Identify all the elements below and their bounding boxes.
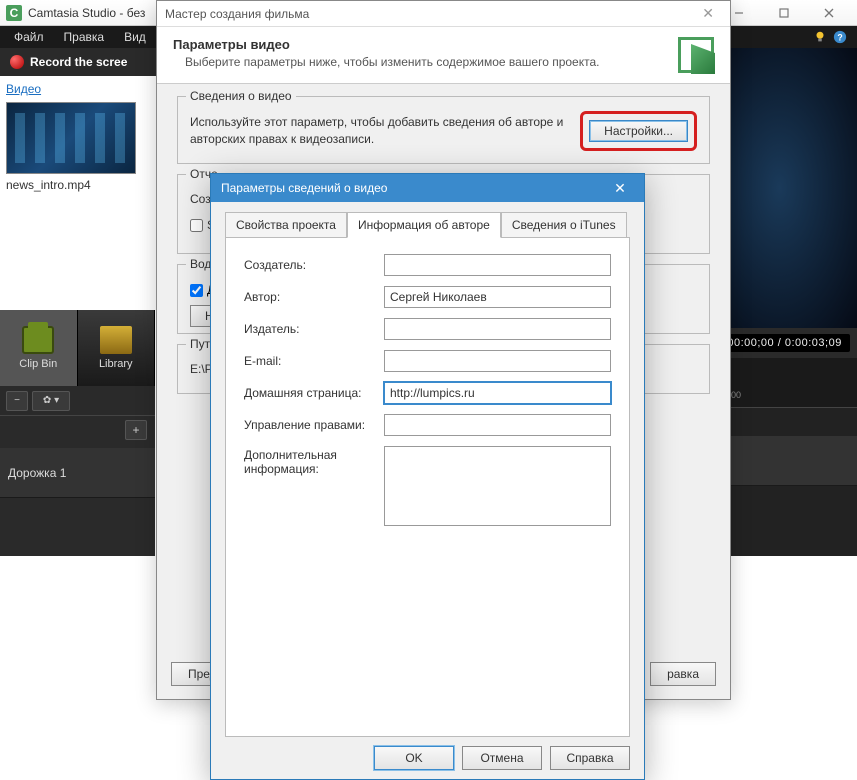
- track-header[interactable]: Дорожка 1: [0, 448, 155, 498]
- app-logo-icon: C: [6, 5, 22, 21]
- label-creator: Создатель:: [244, 258, 374, 272]
- label-extra-info: Дополнительная информация:: [244, 446, 374, 476]
- textarea-extra-info[interactable]: [384, 446, 611, 526]
- add-track-button[interactable]: +: [125, 420, 147, 440]
- info-titlebar[interactable]: Параметры сведений о видео ✕: [211, 174, 644, 202]
- input-email[interactable]: [384, 350, 611, 372]
- wizard-help-button[interactable]: равка: [650, 662, 716, 686]
- tab-author-info[interactable]: Информация об авторе: [347, 212, 501, 238]
- lightbulb-icon[interactable]: [813, 30, 827, 44]
- group-video-info-text: Используйте этот параметр, чтобы добавит…: [190, 114, 570, 148]
- maximize-button[interactable]: [761, 0, 806, 26]
- clip-filename: news_intro.mp4: [6, 178, 149, 192]
- main-title: Camtasia Studio - без: [28, 6, 145, 20]
- clip-bin-icon: [22, 326, 54, 354]
- label-homepage: Домашняя страница:: [244, 386, 374, 400]
- info-panel: Создатель: Автор: Издатель: E-mail: Дома…: [225, 237, 630, 737]
- settings-highlight: Настройки...: [580, 111, 697, 151]
- help-icon[interactable]: ?: [833, 30, 847, 44]
- wizard-title: Мастер создания фильма: [165, 7, 309, 21]
- info-tabs: Свойства проекта Информация об авторе Св…: [211, 202, 644, 237]
- input-rights[interactable]: [384, 414, 611, 436]
- wizard-header: Параметры видео Выберите параметры ниже,…: [157, 27, 730, 84]
- record-button[interactable]: Record the scree: [0, 55, 137, 69]
- wizard-header-title: Параметры видео: [173, 37, 666, 52]
- record-icon: [10, 55, 24, 69]
- info-title: Параметры сведений о видео: [221, 181, 387, 195]
- window-controls: [716, 0, 851, 26]
- label-rights: Управление правами:: [244, 418, 374, 432]
- svg-text:?: ?: [837, 33, 842, 43]
- wizard-titlebar[interactable]: Мастер создания фильма ✕: [157, 1, 730, 27]
- zoom-out-button[interactable]: −: [6, 391, 28, 411]
- input-author[interactable]: [384, 286, 611, 308]
- panel-tabs: Clip Bin Library: [0, 310, 155, 386]
- group-video-info-title: Сведения о видео: [186, 89, 296, 103]
- wizard-close-button[interactable]: ✕: [694, 5, 722, 22]
- menu-file[interactable]: Файл: [4, 28, 54, 46]
- help-button[interactable]: Справка: [550, 746, 630, 770]
- menu-edit[interactable]: Правка: [54, 28, 115, 46]
- close-button[interactable]: [806, 0, 851, 26]
- label-author: Автор:: [244, 290, 374, 304]
- video-info-dialog: Параметры сведений о видео ✕ Свойства пр…: [210, 173, 645, 780]
- tab-project-properties[interactable]: Свойства проекта: [225, 212, 347, 238]
- tab-clip-bin[interactable]: Clip Bin: [0, 310, 78, 386]
- info-footer: OK Отмена Справка: [211, 737, 644, 779]
- tab-library[interactable]: Library: [78, 310, 156, 386]
- label-publisher: Издатель:: [244, 322, 374, 336]
- video-section-title[interactable]: Видео: [6, 82, 149, 96]
- record-label: Record the scree: [30, 55, 127, 69]
- ok-button[interactable]: OK: [374, 746, 454, 770]
- settings-button[interactable]: Настройки...: [589, 120, 688, 142]
- camtasia-logo-icon: [678, 37, 714, 73]
- group-video-info: Сведения о видео Используйте этот параме…: [177, 96, 710, 164]
- input-homepage[interactable]: [384, 382, 611, 404]
- timeline-settings-button[interactable]: ✿ ▾: [32, 391, 70, 411]
- input-creator[interactable]: [384, 254, 611, 276]
- menu-view[interactable]: Вид: [114, 28, 156, 46]
- timeline-panel: − ✿ ▾ + Дорожка 1: [0, 386, 155, 556]
- cancel-button[interactable]: Отмена: [462, 746, 542, 770]
- wizard-header-subtitle: Выберите параметры ниже, чтобы изменить …: [173, 55, 666, 69]
- tab-itunes-info[interactable]: Сведения о iTunes: [501, 212, 627, 238]
- label-email: E-mail:: [244, 354, 374, 368]
- info-close-button[interactable]: ✕: [606, 178, 634, 198]
- input-publisher[interactable]: [384, 318, 611, 340]
- clip-thumbnail[interactable]: [6, 102, 136, 174]
- library-icon: [100, 326, 132, 354]
